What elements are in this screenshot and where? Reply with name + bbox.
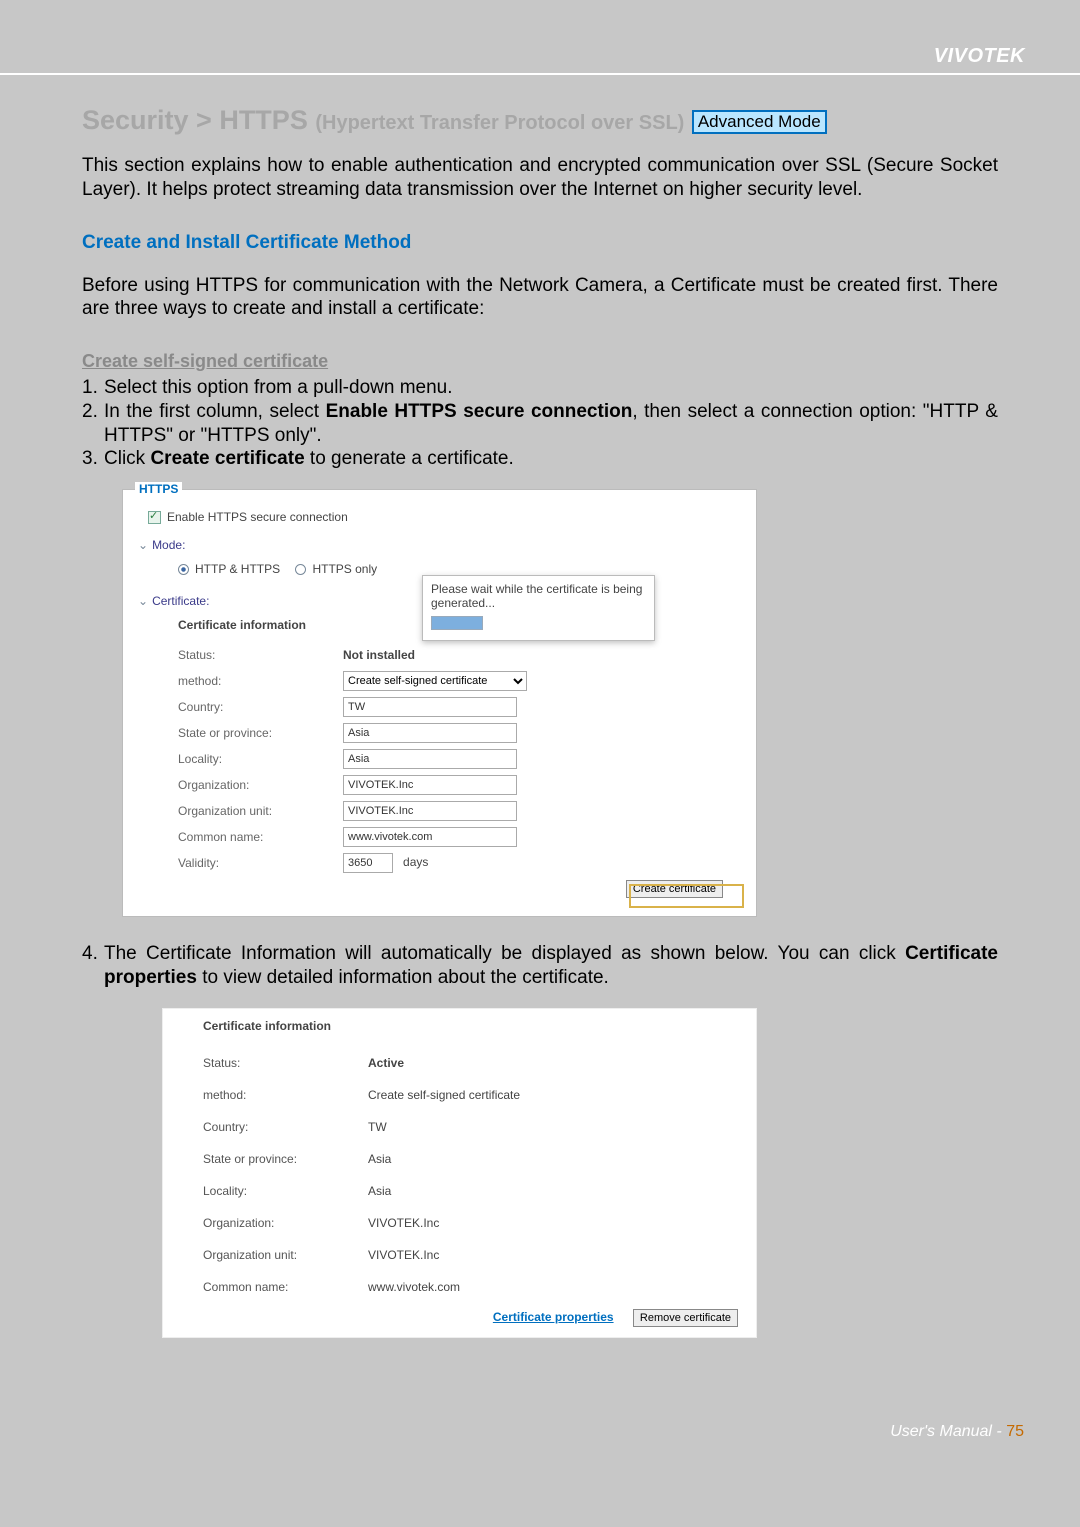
status-label: Status: [178, 648, 343, 662]
method-value-2: Create self-signed certificate [368, 1088, 520, 1102]
validity-unit: days [403, 855, 428, 869]
footer: User's Manual - 75 [0, 1373, 1080, 1481]
state-label: State or province: [178, 726, 343, 740]
instruction-list-1: 1.Select this option from a pull-down me… [82, 376, 998, 471]
intro-paragraph: This section explains how to enable auth… [82, 154, 998, 202]
subsection-heading: Create self-signed certificate [82, 351, 998, 372]
country-label-2: Country: [203, 1120, 368, 1134]
ou-input[interactable] [343, 801, 517, 821]
footer-page: 75 [1006, 1423, 1024, 1440]
locality-input[interactable] [343, 749, 517, 769]
state-input[interactable] [343, 723, 517, 743]
locality-label-2: Locality: [203, 1184, 368, 1198]
validity-input[interactable] [343, 853, 393, 873]
method-label: method: [178, 674, 343, 688]
https-config-screenshot: HTTPS Enable HTTPS secure connection ⌄Mo… [122, 489, 757, 917]
step-1: Select this option from a pull-down menu… [104, 376, 453, 400]
status-value: Not installed [343, 648, 415, 662]
validity-label: Validity: [178, 856, 343, 870]
enable-https-checkbox[interactable] [148, 511, 161, 524]
cn-input[interactable] [343, 827, 517, 847]
generating-popup: Please wait while the certificate is bei… [422, 575, 655, 641]
certificate-properties-link[interactable]: Certificate properties [493, 1310, 614, 1324]
radio-https-only[interactable] [295, 564, 306, 575]
org-label-2: Organization: [203, 1216, 368, 1230]
popup-text: Please wait while the certificate is bei… [431, 582, 646, 610]
progress-bar [431, 616, 483, 630]
section-paragraph: Before using HTTPS for communication wit… [82, 274, 998, 322]
state-value-2: Asia [368, 1152, 391, 1166]
certificate-info-screenshot: Certificate information Status: Active m… [162, 1008, 757, 1338]
page-title: Security > HTTPS (Hypertext Transfer Pro… [82, 105, 998, 136]
org-label: Organization: [178, 778, 343, 792]
advanced-mode-badge: Advanced Mode [692, 110, 827, 134]
brand: VIVOTEK [0, 45, 1080, 73]
remove-certificate-button[interactable]: Remove certificate [633, 1309, 738, 1327]
ou-value-2: VIVOTEK.Inc [368, 1248, 439, 1262]
state-label-2: State or province: [203, 1152, 368, 1166]
enable-https-label: Enable HTTPS secure connection [167, 510, 348, 524]
country-value-2: TW [368, 1120, 387, 1134]
fieldset-legend: HTTPS [135, 482, 182, 496]
org-value-2: VIVOTEK.Inc [368, 1216, 439, 1230]
radio-https-only-label: HTTPS only [312, 562, 377, 576]
radio-http-https-label: HTTP & HTTPS [195, 562, 280, 576]
cert-info-title-2: Certificate information [203, 1019, 756, 1033]
locality-value-2: Asia [368, 1184, 391, 1198]
ou-label: Organization unit: [178, 804, 343, 818]
section-heading: Create and Install Certificate Method [82, 232, 998, 254]
mode-section[interactable]: ⌄Mode: [138, 538, 741, 552]
method-select[interactable]: Create self-signed certificate [343, 671, 527, 691]
country-label: Country: [178, 700, 343, 714]
country-input[interactable] [343, 697, 517, 717]
divider-top [0, 73, 1080, 75]
cn-label-2: Common name: [203, 1280, 368, 1294]
create-certificate-button[interactable]: Create certificate [626, 880, 723, 898]
status-label-2: Status: [203, 1056, 368, 1070]
locality-label: Locality: [178, 752, 343, 766]
org-input[interactable] [343, 775, 517, 795]
footer-manual: User's Manual - [890, 1423, 1006, 1440]
ou-label-2: Organization unit: [203, 1248, 368, 1262]
method-label-2: method: [203, 1088, 368, 1102]
instruction-list-2: 4. The Certificate Information will auto… [82, 942, 998, 990]
step-4: The Certificate Information will automat… [104, 942, 998, 990]
cn-label: Common name: [178, 830, 343, 844]
step-3: Click Create certificate to generate a c… [104, 447, 514, 471]
title-sub: (Hypertext Transfer Protocol over SSL) [315, 112, 684, 134]
radio-http-https[interactable] [178, 564, 189, 575]
title-main: Security > HTTPS [82, 105, 308, 135]
step-2: In the first column, select Enable HTTPS… [104, 400, 998, 448]
cn-value-2: www.vivotek.com [368, 1280, 460, 1294]
status-value-2: Active [368, 1056, 404, 1070]
